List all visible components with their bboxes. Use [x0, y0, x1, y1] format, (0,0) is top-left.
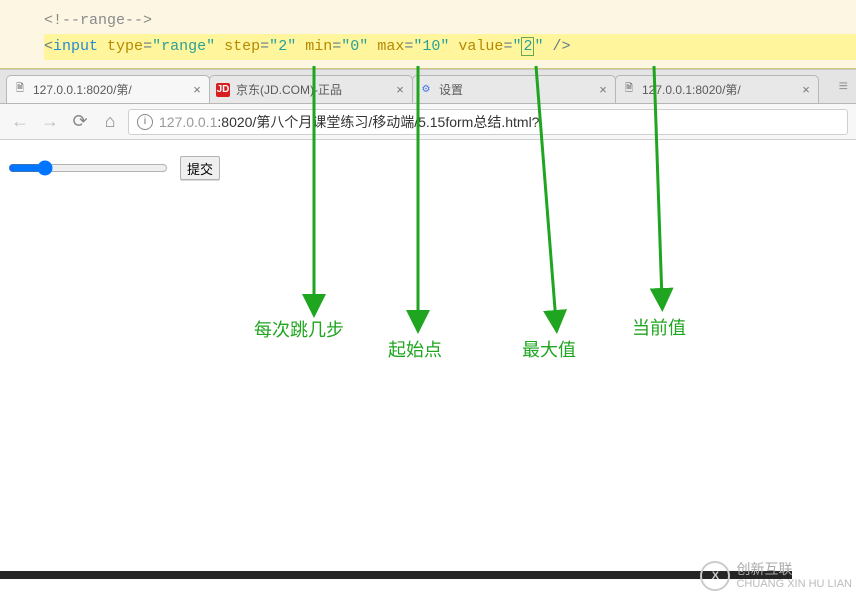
annotation-max: 最大值	[522, 336, 576, 362]
browser-toolbar: ← → ⟳ ⌂ i 127.0.0.1:8020/第八个月课堂练习/移动端/5.…	[0, 104, 856, 140]
url-text: 127.0.0.1:8020/第八个月课堂练习/移动端/5.15form总结.h…	[159, 112, 539, 132]
range-input[interactable]	[8, 160, 168, 176]
annotation-min: 起始点	[388, 336, 442, 362]
gear-icon: ⚙	[419, 83, 433, 97]
tab-jd[interactable]: JD 京东(JD.COM)-正品 ×	[209, 75, 413, 103]
tab-title: 京东(JD.COM)-正品	[236, 81, 388, 98]
submit-button[interactable]: 提交	[180, 156, 220, 180]
tab-local-2[interactable]: 🗎 127.0.0.1:8020/第/ ×	[615, 75, 819, 103]
reload-button[interactable]: ⟳	[68, 110, 92, 134]
back-button[interactable]: ←	[8, 110, 32, 134]
tab-settings[interactable]: ⚙ 设置 ×	[412, 75, 616, 103]
tab-strip: 🗎 127.0.0.1:8020/第/ × JD 京东(JD.COM)-正品 ×…	[0, 70, 856, 104]
watermark-logo: X	[700, 561, 730, 591]
home-button[interactable]: ⌂	[98, 110, 122, 134]
forward-button[interactable]: →	[38, 110, 62, 134]
code-comment-line: <!--range-->	[44, 8, 856, 34]
code-highlighted-line: <input type="range" step="2" min="0" max…	[44, 34, 856, 60]
window-menu-icon[interactable]: ≡	[839, 78, 848, 96]
watermark: X 创新互联 CHUANG XIN HU LIAN	[700, 561, 852, 591]
annotation-step: 每次跳几步	[254, 316, 344, 342]
footer-strip	[0, 571, 792, 579]
jd-icon: JD	[216, 83, 230, 97]
page-icon: 🗎	[13, 83, 27, 97]
watermark-sub: CHUANG XIN HU LIAN	[736, 578, 852, 591]
address-bar[interactable]: i 127.0.0.1:8020/第八个月课堂练习/移动端/5.15form总结…	[128, 109, 848, 135]
site-info-icon[interactable]: i	[137, 114, 153, 130]
close-icon[interactable]: ×	[191, 83, 203, 96]
tab-title: 127.0.0.1:8020/第/	[33, 81, 185, 98]
close-icon[interactable]: ×	[800, 83, 812, 96]
annotation-value: 当前值	[632, 314, 686, 340]
close-icon[interactable]: ×	[394, 83, 406, 96]
form-row: 提交	[8, 156, 848, 180]
tab-title: 127.0.0.1:8020/第/	[642, 81, 794, 98]
code-preview: <!--range--> <input type="range" step="2…	[0, 0, 856, 69]
code-comment: <!--range-->	[44, 12, 152, 29]
page-icon: 🗎	[622, 83, 636, 97]
tab-title: 设置	[439, 81, 591, 98]
edit-cursor: 2	[521, 37, 534, 56]
tab-local-1[interactable]: 🗎 127.0.0.1:8020/第/ ×	[6, 75, 210, 103]
close-icon[interactable]: ×	[597, 83, 609, 96]
browser-chrome: 🗎 127.0.0.1:8020/第/ × JD 京东(JD.COM)-正品 ×…	[0, 69, 856, 540]
watermark-brand: 创新互联	[736, 561, 852, 578]
